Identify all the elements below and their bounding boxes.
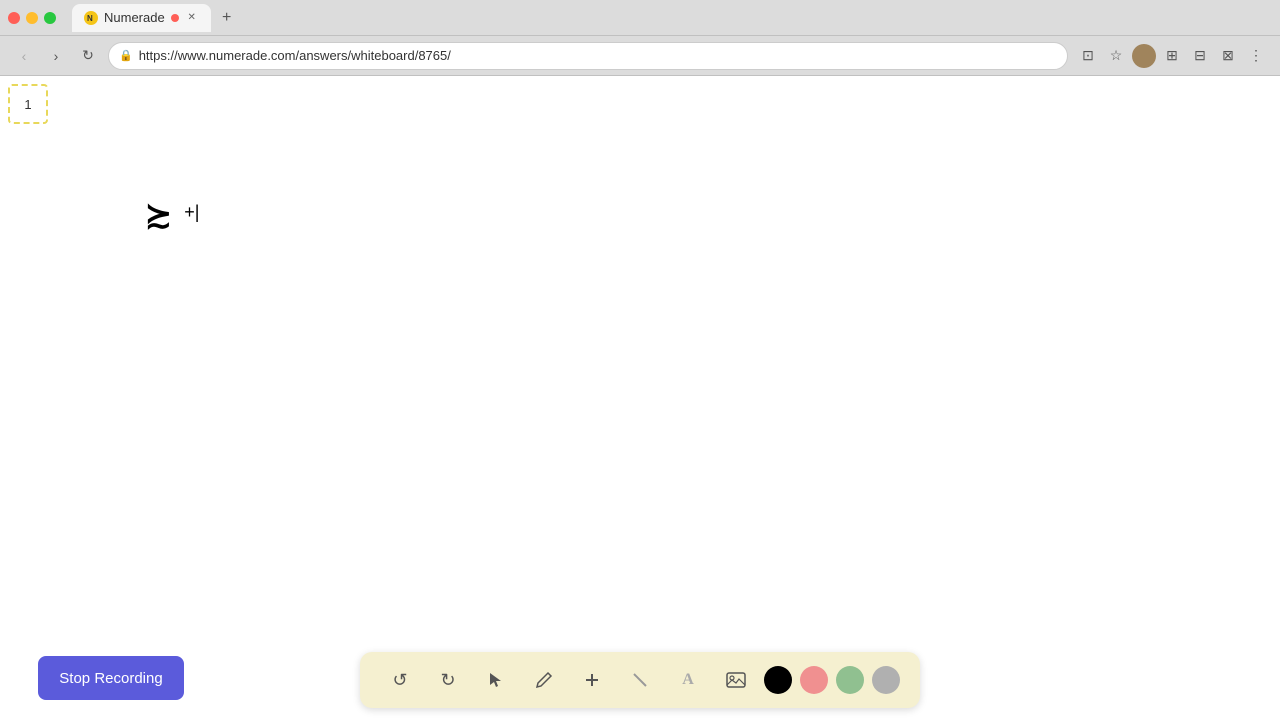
screenshot-icon[interactable]: ⊟ xyxy=(1188,44,1212,68)
back-button[interactable]: ‹ xyxy=(12,44,36,68)
title-bar: N Numerade ✕ + xyxy=(0,0,1280,36)
tab-close-button[interactable]: ✕ xyxy=(185,11,199,25)
whiteboard-content: ≿ +| xyxy=(145,196,199,234)
more-icon[interactable]: ⋮ xyxy=(1244,44,1268,68)
history-icon[interactable]: ⊠ xyxy=(1216,44,1240,68)
svg-text:N: N xyxy=(87,14,93,23)
math-symbol: ≿ xyxy=(145,196,172,234)
bookmark-icon[interactable]: ☆ xyxy=(1104,44,1128,68)
select-tool-button[interactable] xyxy=(476,660,516,700)
eraser-button[interactable] xyxy=(620,660,660,700)
url-text: https://www.numerade.com/answers/whitebo… xyxy=(139,48,1057,63)
extensions-icon[interactable]: ⊞ xyxy=(1160,44,1184,68)
profile-icon[interactable] xyxy=(1132,44,1156,68)
avatar xyxy=(1132,44,1156,68)
minimize-button[interactable] xyxy=(26,12,38,24)
color-green[interactable] xyxy=(836,666,864,694)
color-black[interactable] xyxy=(764,666,792,694)
traffic-lights xyxy=(8,12,56,24)
address-bar: ‹ › ↻ 🔒 https://www.numerade.com/answers… xyxy=(0,36,1280,76)
maximize-button[interactable] xyxy=(44,12,56,24)
redo-button[interactable]: ↻ xyxy=(428,660,468,700)
new-tab-button[interactable]: + xyxy=(215,6,239,30)
cast-icon[interactable]: ⊡ xyxy=(1076,44,1100,68)
color-pink[interactable] xyxy=(800,666,828,694)
refresh-button[interactable]: ↻ xyxy=(76,44,100,68)
page-content: 1 ≿ +| Stop Recording ↺ ↻ A xyxy=(0,76,1280,720)
color-gray[interactable] xyxy=(872,666,900,694)
page-indicator: 1 xyxy=(8,84,48,124)
page-number: 1 xyxy=(24,97,31,112)
text-tool-button[interactable]: A xyxy=(668,660,708,700)
tab-recording-dot xyxy=(171,14,179,22)
tab-bar: N Numerade ✕ + xyxy=(72,4,1272,32)
pen-tool-button[interactable] xyxy=(524,660,564,700)
add-button[interactable] xyxy=(572,660,612,700)
active-tab[interactable]: N Numerade ✕ xyxy=(72,4,211,32)
lock-icon: 🔒 xyxy=(119,49,133,62)
bottom-toolbar: ↺ ↻ A xyxy=(360,652,920,708)
undo-button[interactable]: ↺ xyxy=(380,660,420,700)
forward-button[interactable]: › xyxy=(44,44,68,68)
cursor-crosshair: +| xyxy=(184,202,199,222)
tab-favicon: N xyxy=(84,11,98,25)
image-button[interactable] xyxy=(716,660,756,700)
url-bar[interactable]: 🔒 https://www.numerade.com/answers/white… xyxy=(108,42,1068,70)
close-button[interactable] xyxy=(8,12,20,24)
browser-toolbar: ⊡ ☆ ⊞ ⊟ ⊠ ⋮ xyxy=(1076,44,1268,68)
stop-recording-button[interactable]: Stop Recording xyxy=(38,656,184,700)
tab-title: Numerade xyxy=(104,10,165,25)
